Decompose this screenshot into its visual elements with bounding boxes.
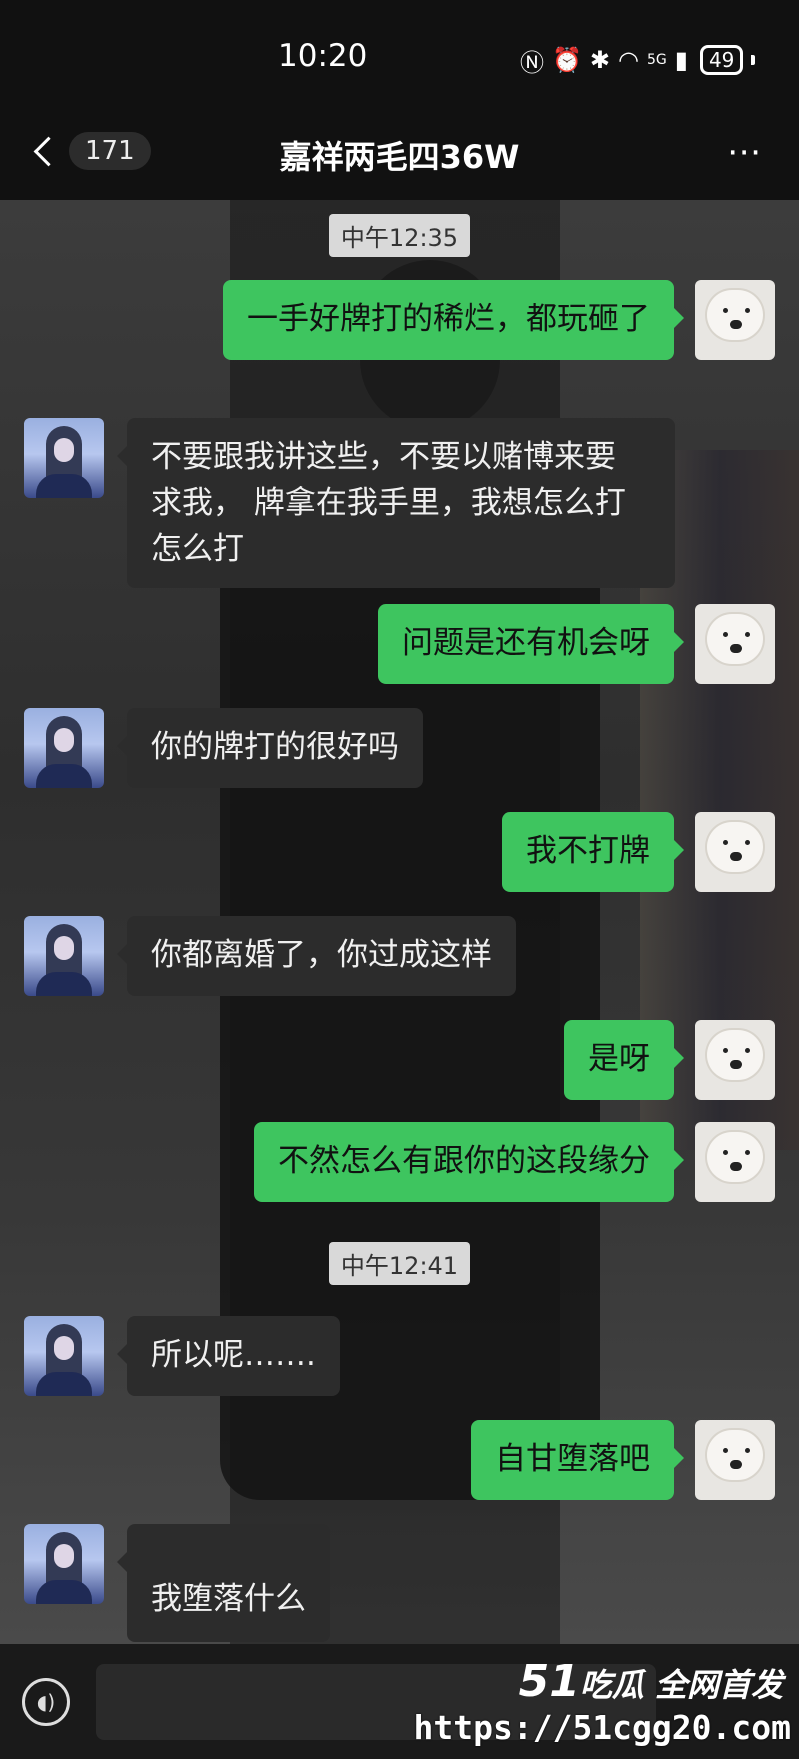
watermark-brand: 51吃瓜 全网首发 [519, 1656, 783, 1707]
status-time: 10:20 [278, 38, 368, 74]
alarm-icon: ⏰ [552, 46, 582, 74]
message-bubble-in[interactable]: 你都离婚了，你过成这样 [117, 916, 516, 996]
battery-icon: 49 [699, 45, 744, 75]
my-avatar[interactable] [695, 1020, 775, 1100]
wifi-icon: ◠ [618, 46, 639, 74]
message-bubble-in[interactable]: 你的牌打的很好吗 [117, 708, 423, 788]
status-icons: Ⓝ ⏰ ✱ ◠ 5G ▮ 49 [520, 42, 756, 78]
message-bubble-out[interactable]: 自甘堕落吧 [471, 1420, 684, 1500]
message-bubble-in[interactable]: 不要跟我讲这些，不要以赌博来要 求我， 牌拿在我手里，我想怎么打 怎么打 [117, 418, 675, 588]
contact-avatar[interactable] [24, 1316, 104, 1396]
bubble-line: 求我， 牌拿在我手里，我想怎么打 [151, 485, 626, 521]
watermark-text: 吃瓜 全网首发 [579, 1666, 783, 1704]
watermark-url: https://51cgg20.com [413, 1708, 792, 1747]
more-icon[interactable]: ⋯ [727, 135, 763, 169]
my-avatar[interactable] [695, 280, 775, 360]
chat-title: 嘉祥两毛四36W [279, 138, 520, 176]
contact-avatar[interactable] [24, 708, 104, 788]
timestamp-text: 中午12:41 [328, 1242, 471, 1285]
watermark-number: 51 [518, 1656, 580, 1707]
network-label: 5G [646, 52, 667, 68]
chat-area[interactable]: 中午12:35 一手好牌打的稀烂，都玩砸了 不要跟我讲这些，不要以赌博来要 求我… [0, 200, 799, 1644]
message-bubble-out[interactable]: 不然怎么有跟你的这段缘分 [254, 1122, 684, 1202]
my-avatar[interactable] [695, 604, 775, 684]
timestamp: 中午12:35 [0, 214, 799, 257]
nfc-icon: Ⓝ [520, 48, 544, 77]
battery-tip [751, 55, 756, 65]
bubble-line: 不要跟我讲这些，不要以赌博来要 [151, 439, 616, 475]
message-bubble-out[interactable]: 一手好牌打的稀烂，都玩砸了 [223, 280, 684, 360]
chat-nav-bar: 171 嘉祥两毛四36W ⋯ [0, 118, 799, 200]
my-avatar[interactable] [695, 1420, 775, 1500]
contact-avatar[interactable] [24, 418, 104, 498]
contact-avatar[interactable] [24, 1524, 104, 1604]
bluetooth-icon: ✱ [589, 46, 610, 74]
my-avatar[interactable] [695, 812, 775, 892]
message-bubble-out[interactable]: 我不打牌 [502, 812, 684, 892]
voice-icon[interactable]: ◖) [22, 1678, 70, 1726]
timestamp-text: 中午12:35 [328, 214, 471, 257]
message-bubble-in[interactable]: 我堕落什么 [117, 1524, 330, 1642]
signal-icon: ▮ [674, 46, 688, 74]
my-avatar[interactable] [695, 1122, 775, 1202]
contact-avatar[interactable] [24, 916, 104, 996]
watermark: 51吃瓜 全网首发 https://51cgg20.com [414, 1650, 799, 1759]
message-bubble-in[interactable]: 所以呢……. [117, 1316, 340, 1396]
message-bubble-out[interactable]: 是呀 [564, 1020, 684, 1100]
message-bubble-out[interactable]: 问题是还有机会呀 [378, 604, 684, 684]
timestamp: 中午12:41 [0, 1242, 799, 1285]
bubble-line: 怎么打 [151, 531, 244, 567]
status-bar: 10:20 Ⓝ ⏰ ✱ ◠ 5G ▮ 49 [0, 0, 799, 118]
